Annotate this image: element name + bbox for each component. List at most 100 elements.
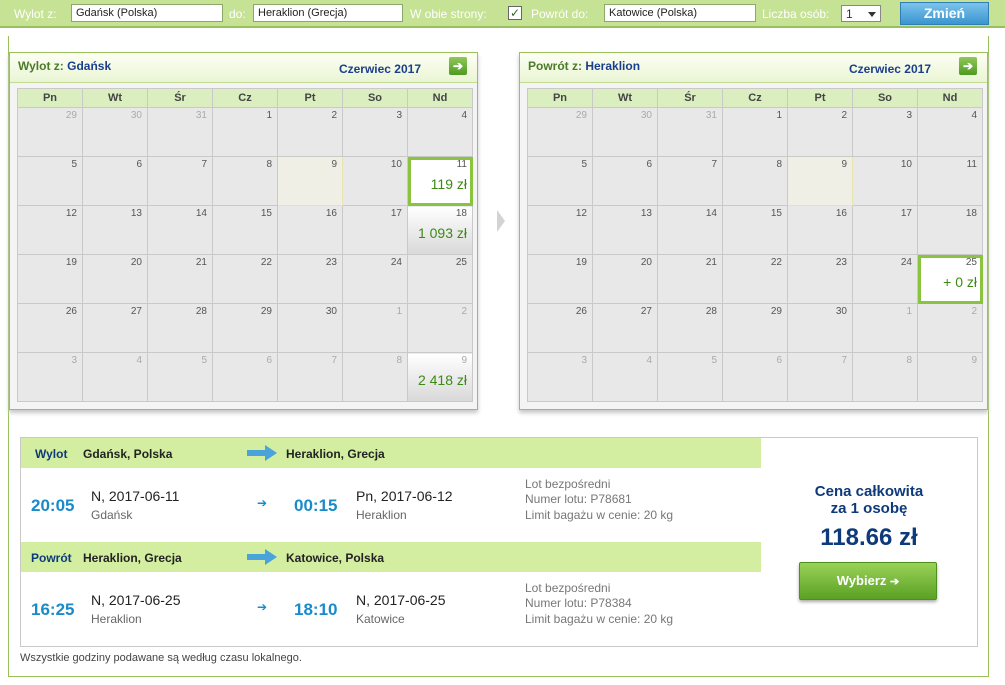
calendar-day[interactable]: 3 [852, 107, 918, 157]
calendar-day[interactable]: 20 [82, 254, 148, 304]
calendar-day[interactable]: 19 [17, 254, 83, 304]
calendar-day[interactable]: 28 [147, 303, 213, 353]
calendar-day[interactable]: 4 [592, 352, 658, 402]
day-number: 16 [325, 208, 337, 219]
calendar-grid: Pn Wt Śr Cz Pt So Nd 29 30 31 1 2 3 4 5 6 7 8 9 10 11 12 13 14 1… [527, 88, 983, 402]
calendar-day[interactable]: 29 [212, 303, 278, 353]
calendar-day[interactable]: 7 [147, 156, 213, 206]
calendar-day[interactable]: 25 + 0 zł [917, 254, 983, 304]
next-month-arrow-icon[interactable]: ➔ [449, 57, 467, 75]
calendar-day[interactable]: 6 [212, 352, 278, 402]
calendar-day[interactable]: 19 [527, 254, 593, 304]
calendar-day[interactable]: 3 [17, 352, 83, 402]
calendar-day[interactable]: 28 [657, 303, 723, 353]
calendar-day[interactable]: 8 [342, 352, 408, 402]
calendar-day[interactable]: 27 [592, 303, 658, 353]
calendar-day[interactable]: 15 [722, 205, 788, 255]
calendar-day[interactable]: 8 [722, 156, 788, 206]
from-field[interactable]: Gdańsk (Polska) [71, 4, 223, 22]
calendar-day[interactable]: 31 [657, 107, 723, 157]
calendar-day[interactable]: 2 [787, 107, 853, 157]
calendar-day[interactable]: 2 [407, 303, 473, 353]
calendar-day[interactable]: 17 [342, 205, 408, 255]
calendar-day[interactable]: 5 [527, 156, 593, 206]
return-field[interactable]: Katowice (Polska) [604, 4, 756, 22]
next-month-arrow-icon[interactable]: ➔ [959, 57, 977, 75]
calendar-day[interactable]: 29 [17, 107, 83, 157]
calendar-day[interactable]: 2 [277, 107, 343, 157]
calendar-day[interactable]: 6 [722, 352, 788, 402]
calendar-day[interactable]: 1 [852, 303, 918, 353]
calendar-day[interactable]: 22 [722, 254, 788, 304]
change-button[interactable]: Zmień [900, 2, 989, 25]
calendar-day[interactable]: 8 [852, 352, 918, 402]
calendar-day[interactable]: 5 [147, 352, 213, 402]
calendar-day[interactable]: 12 [17, 205, 83, 255]
calendar-day[interactable]: 8 [212, 156, 278, 206]
calendar-day[interactable]: 14 [147, 205, 213, 255]
calendar-day[interactable]: 1 [722, 107, 788, 157]
calendar-day[interactable]: 3 [342, 107, 408, 157]
roundtrip-checkbox[interactable]: ✓ [508, 6, 522, 20]
calendar-day[interactable]: 9 [277, 156, 343, 206]
calendar-day[interactable]: 25 [407, 254, 473, 304]
day-number: 1 [396, 306, 402, 317]
calendar-day[interactable]: 16 [787, 205, 853, 255]
calendar-day[interactable]: 27 [82, 303, 148, 353]
calendar-day[interactable]: 24 [852, 254, 918, 304]
to-field[interactable]: Heraklion (Grecja) [253, 4, 403, 22]
calendar-day[interactable]: 17 [852, 205, 918, 255]
calendar-day[interactable]: 6 [592, 156, 658, 206]
calendar-day[interactable]: 1 [342, 303, 408, 353]
calendar-day[interactable]: 22 [212, 254, 278, 304]
calendar-day[interactable]: 9 [787, 156, 853, 206]
calendar-day[interactable]: 4 [917, 107, 983, 157]
calendar-day[interactable]: 21 [657, 254, 723, 304]
day-number: 5 [711, 355, 717, 366]
calendar-day[interactable]: 20 [592, 254, 658, 304]
calendar-day[interactable]: 5 [17, 156, 83, 206]
calendar-day[interactable]: 29 [722, 303, 788, 353]
calendar-day[interactable]: 9 2 418 zł [407, 352, 473, 402]
calendar-day[interactable]: 11 [917, 156, 983, 206]
calendar-day[interactable]: 23 [787, 254, 853, 304]
calendar-day[interactable]: 30 [787, 303, 853, 353]
calendar-day[interactable]: 26 [527, 303, 593, 353]
calendar-day[interactable]: 13 [592, 205, 658, 255]
persons-select[interactable]: 1 [841, 5, 881, 22]
calendar-day[interactable]: 9 [917, 352, 983, 402]
calendar-day[interactable]: 11 119 zł [407, 156, 473, 206]
calendar-day[interactable]: 24 [342, 254, 408, 304]
calendar-day[interactable]: 30 [277, 303, 343, 353]
calendar-day[interactable]: 7 [657, 156, 723, 206]
calendar-day[interactable]: 15 [212, 205, 278, 255]
calendar-day[interactable]: 30 [82, 107, 148, 157]
calendar-day[interactable]: 13 [82, 205, 148, 255]
calendar-day[interactable]: 4 [407, 107, 473, 157]
calendar-day[interactable]: 29 [527, 107, 593, 157]
day-number: 29 [260, 306, 272, 317]
calendar-day[interactable]: 3 [527, 352, 593, 402]
calendar-day[interactable]: 10 [342, 156, 408, 206]
calendar-day[interactable]: 14 [657, 205, 723, 255]
calendar-day[interactable]: 16 [277, 205, 343, 255]
calendar-day[interactable]: 10 [852, 156, 918, 206]
calendar-day[interactable]: 4 [82, 352, 148, 402]
calendar-day[interactable]: 7 [787, 352, 853, 402]
day-number: 6 [646, 159, 652, 170]
calendar-day[interactable]: 18 [917, 205, 983, 255]
calendar-day[interactable]: 1 [212, 107, 278, 157]
calendar-day[interactable]: 6 [82, 156, 148, 206]
calendar-day[interactable]: 30 [592, 107, 658, 157]
calendar-day[interactable]: 2 [917, 303, 983, 353]
calendar-day[interactable]: 7 [277, 352, 343, 402]
calendar-day[interactable]: 12 [527, 205, 593, 255]
calendar-day[interactable]: 23 [277, 254, 343, 304]
calendar-day[interactable]: 21 [147, 254, 213, 304]
calendar-day[interactable]: 18 1 093 zł [407, 205, 473, 255]
day-number: 9 [971, 355, 977, 366]
calendar-day[interactable]: 5 [657, 352, 723, 402]
calendar-day[interactable]: 31 [147, 107, 213, 157]
select-button[interactable]: Wybierz ➔ [799, 562, 937, 600]
calendar-day[interactable]: 26 [17, 303, 83, 353]
